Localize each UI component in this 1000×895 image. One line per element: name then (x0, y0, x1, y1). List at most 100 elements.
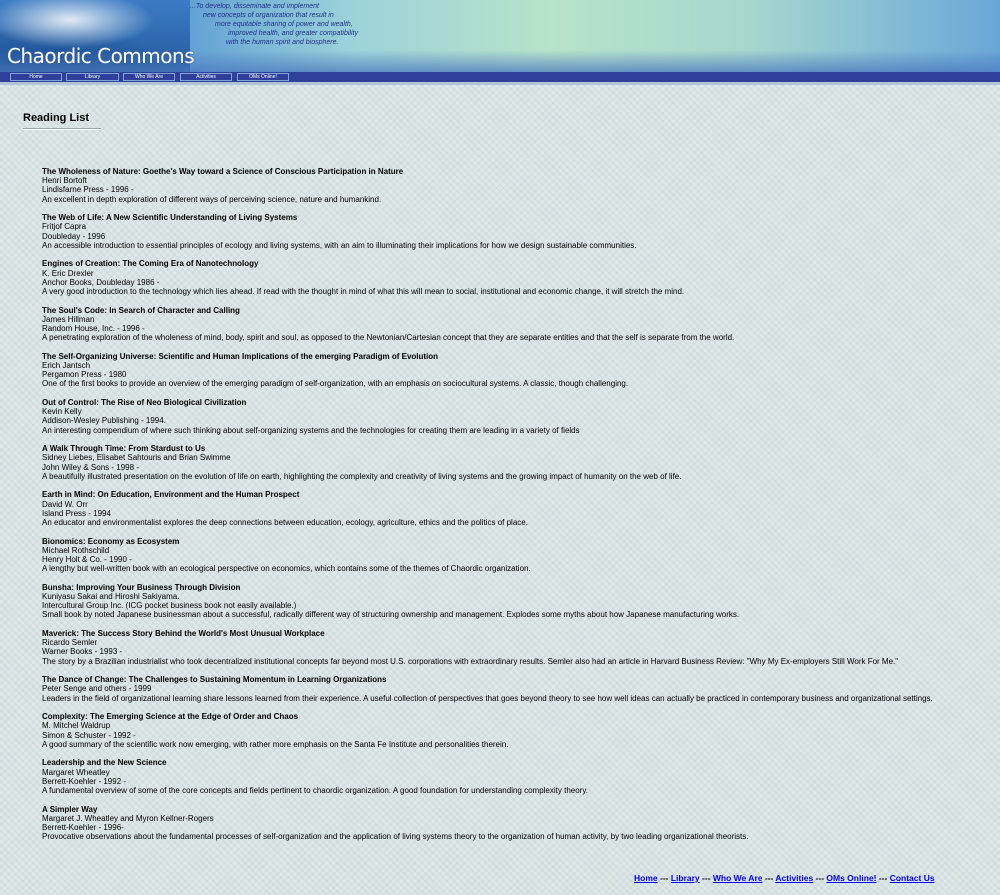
page-title: Reading List (23, 112, 90, 124)
book-title: Out of Control: The Rise of Neo Biologic… (42, 398, 247, 408)
book-title: Earth in Mind: On Education, Environment… (42, 490, 300, 500)
book-author: M. Mitchel Waldrup (42, 721, 111, 731)
book-description: A penetrating exploration of the wholene… (42, 333, 735, 343)
mission-statement: ...To develop, disseminate and implement… (180, 2, 420, 47)
book-publisher: Henry Holt & Co. - 1990 - (42, 555, 132, 565)
book-description: An interesting compendium of where such … (42, 425, 580, 435)
site-header: Chaordic Commons ...To develop, dissemin… (0, 0, 1000, 72)
book-publisher: Berrett-Koehler - 1992 - (42, 776, 127, 786)
book-entry: Leadership and the New Science Margaret W… (42, 758, 992, 795)
footer-separator: --- (876, 873, 890, 883)
nav-home[interactable]: Home (10, 73, 62, 81)
book-title: A Simpler Way (42, 804, 98, 814)
book-entry: Out of Control: The Rise of Neo Biologic… (42, 398, 992, 435)
book-description: Leaders in the field of organizational l… (42, 693, 933, 703)
site-logo[interactable]: Chaordic Commons (7, 44, 195, 68)
book-publisher: Doubleday - 1996 (42, 231, 106, 241)
book-publisher: Anchor Books, Doubleday 1986 - (42, 277, 160, 287)
main-content: Reading List The Wholeness of Nature: Go… (0, 85, 1000, 895)
footer-separator: --- (762, 873, 776, 883)
nav-activities[interactable]: Activities (180, 73, 232, 81)
book-entry: The Self-Organizing Universe: Scientific… (42, 352, 992, 389)
book-author: Fritjof Capra (42, 222, 87, 232)
footer-link-oms-online[interactable]: OMs Online! (826, 873, 876, 883)
book-title: Complexity: The Emerging Science at the … (42, 712, 299, 722)
footer-nav: Home --- Library --- Who We Are --- Acti… (634, 873, 935, 883)
book-entry: The Soul's Code: In Search of Character … (42, 306, 992, 343)
mission-line: with the human spirit and biosphere. (226, 39, 339, 46)
book-author: Margaret J. Wheatley and Myron Kellner-R… (42, 813, 214, 823)
mission-line: ...To develop, disseminate and implement (190, 3, 319, 10)
mission-line: improved health, and greater compatibili… (228, 30, 358, 37)
book-title: Maverick: The Success Story Behind the W… (42, 629, 325, 639)
book-description: A fundamental overview of some of the co… (42, 786, 588, 796)
book-title: The Web of Life: A New Scientific Unders… (42, 213, 298, 223)
book-publisher: Berrett-Koehler - 1996- (42, 823, 124, 833)
footer-separator: --- (813, 873, 827, 883)
book-description: Small book by noted Japanese businessman… (42, 610, 740, 620)
nav-who-we-are[interactable]: Who We Are (123, 73, 175, 81)
book-author: Peter Senge and others - 1999 (42, 684, 152, 694)
book-author: Sidney Liebes, Elisabet Sahtouris and Br… (42, 453, 231, 463)
mission-line: more equitable sharing of power and weal… (215, 21, 353, 28)
book-description: An accessible introduction to essential … (42, 240, 637, 250)
book-description: A good summary of the scientific work no… (42, 739, 509, 749)
book-publisher: John Wiley & Sons - 1998 - (42, 462, 139, 472)
book-description: Provocative observations about the funda… (42, 832, 749, 842)
book-title: Leadership and the New Science (42, 758, 167, 768)
book-entry: Bunsha: Improving Your Business Through … (42, 583, 992, 620)
book-publisher: Random House, Inc. - 1996 - (42, 324, 145, 334)
book-description: A very good introduction to the technolo… (42, 287, 685, 297)
book-title: A Walk Through Time: From Stardust to Us (42, 444, 206, 454)
book-author: Erich Jantsch (42, 361, 91, 371)
book-description: One of the first books to provide an ove… (42, 379, 629, 389)
book-publisher: Warner Books - 1993 - (42, 647, 123, 657)
book-publisher: Simon & Schuster - 1992 - (42, 730, 136, 740)
book-title: Bionomics: Economy as Ecosystem (42, 536, 180, 546)
book-entry: Complexity: The Emerging Science at the … (42, 712, 992, 749)
book-entry: Bionomics: Economy as Ecosystem Michael R… (42, 537, 992, 574)
book-description: A lengthy but well-written book with an … (42, 564, 531, 574)
book-description: An excellent in depth exploration of dif… (42, 194, 382, 204)
book-author: Ricardo Semler (42, 638, 98, 648)
book-title: Engines of Creation: The Coming Era of N… (42, 259, 259, 269)
book-description: An educator and environmentalist explore… (42, 518, 528, 528)
footer-link-library[interactable]: Library (671, 873, 700, 883)
footer-separator: --- (657, 873, 671, 883)
nav-bar: Home Library Who We Are Activities OMs O… (0, 72, 1000, 82)
book-entry: A Walk Through Time: From Stardust to Us… (42, 444, 992, 481)
book-entry: Earth in Mind: On Education, Environment… (42, 490, 992, 527)
title-divider (23, 128, 101, 130)
book-description: A beautifully illustrated presentation o… (42, 471, 682, 481)
book-author: Margaret Wheatley (42, 767, 110, 777)
footer-link-home[interactable]: Home (634, 873, 658, 883)
book-publisher: Pergamon Press - 1980 (42, 370, 127, 380)
book-entry: The Dance of Change: The Challenges to S… (42, 675, 992, 703)
footer-link-who-we-are[interactable]: Who We Are (713, 873, 763, 883)
book-entry: The Web of Life: A New Scientific Unders… (42, 213, 992, 250)
nav-library[interactable]: Library (66, 73, 119, 81)
book-title: The Wholeness of Nature: Goethe's Way to… (42, 167, 404, 176)
book-author: K. Eric Drexler (42, 268, 94, 278)
book-entry: Engines of Creation: The Coming Era of N… (42, 259, 992, 296)
book-publisher: Lindisfarne Press - 1996 - (42, 185, 134, 195)
book-entry: A Simpler Way Margaret J. Wheatley and My… (42, 805, 992, 842)
book-author: Kevin Kelly (42, 407, 82, 417)
footer-link-activities[interactable]: Activities (775, 873, 813, 883)
book-publisher: Island Press - 1994 (42, 508, 111, 518)
book-title: The Self-Organizing Universe: Scientific… (42, 351, 439, 361)
nav-oms-online[interactable]: OMs Online! (237, 73, 289, 81)
reading-list: The Wholeness of Nature: Goethe's Way to… (42, 167, 992, 851)
book-entry: Maverick: The Success Story Behind the W… (42, 629, 992, 666)
book-entry: The Wholeness of Nature: Goethe's Way to… (42, 167, 992, 204)
footer-link-contact-us[interactable]: Contact Us (890, 873, 935, 883)
book-publisher: Intercultural Group Inc. (ICG pocket bus… (42, 601, 297, 611)
mission-line: new concepts of organization that result… (203, 12, 334, 19)
book-author: James Hillman (42, 314, 95, 324)
book-title: Bunsha: Improving Your Business Through … (42, 582, 241, 592)
book-author: Michael Rothschild (42, 545, 110, 555)
book-description: The story by a Brazilian industrialist w… (42, 656, 899, 666)
book-author: Henri Bortoft (42, 176, 87, 186)
book-author: Kuniyasu Sakai and Hiroshi Sakiyama. (42, 592, 180, 602)
book-publisher: Addison-Wesley Publishing - 1994. (42, 416, 166, 426)
